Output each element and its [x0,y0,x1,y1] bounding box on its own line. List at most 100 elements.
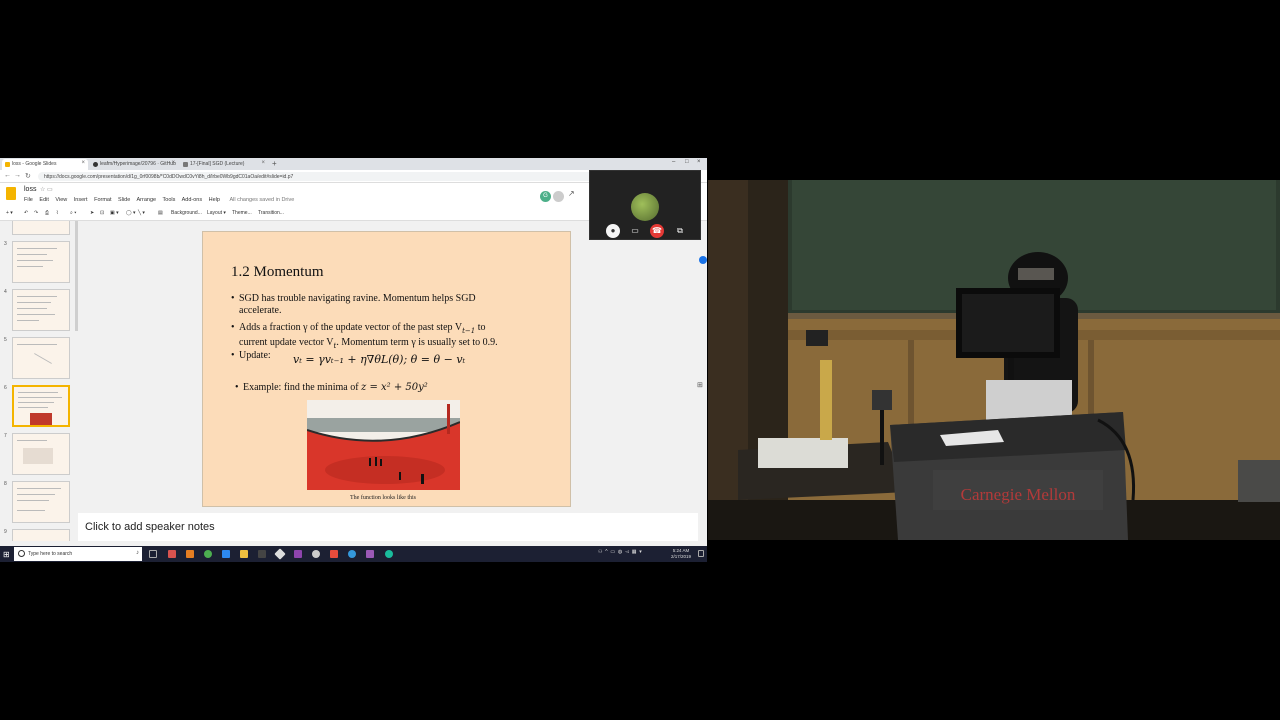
tab-github[interactable]: leafm/Hyperimage/20796 · GitHub × [90,159,178,170]
menu-addons[interactable]: Add-ons [182,197,203,203]
slide-thumbnail-selected[interactable] [12,385,70,427]
bullet-4[interactable]: • Example: find the minima of z = x² + 50… [235,382,428,394]
slide-thumbnail[interactable] [12,337,70,379]
forward-icon[interactable]: → [14,172,21,179]
taskbar-search[interactable]: Type here to search ♪ [14,547,142,561]
filmstrip-scrollbar[interactable] [75,221,78,331]
image-icon[interactable]: ▣ ▾ [110,210,119,216]
image-caption[interactable]: The function looks like this [303,495,463,501]
tab-lecture[interactable]: 17-[Final] SGD (Lecture) × [180,159,268,170]
theme-button[interactable]: Theme... [232,210,252,216]
camera-off-icon[interactable]: ▭ [628,224,642,238]
speaker-notes-placeholder[interactable]: Click to add speaker notes [85,521,215,533]
menu-insert[interactable]: Insert [74,197,88,203]
menu-tools[interactable]: Tools [163,197,176,203]
bullet-3[interactable]: • Update: [231,350,271,362]
menu-arrange[interactable]: Arrange [137,197,157,203]
menu-slide[interactable]: Slide [118,197,130,203]
select-icon[interactable]: ➤ [90,210,94,216]
close-tab-icon[interactable]: × [171,160,175,166]
bullet-2[interactable]: • Adds a fraction γ of the update vector … [231,322,498,352]
app-icon[interactable] [294,550,302,558]
paint-format-icon[interactable]: ⌇ [56,210,58,216]
network-icon[interactable]: ◍ [618,549,622,555]
slide-thumbnail[interactable] [12,221,70,235]
app-icon[interactable] [186,550,194,558]
textbox-icon[interactable]: ⊡ [100,210,104,216]
new-tab-button[interactable]: + [272,159,277,168]
taskbar-clock[interactable]: 5:24 AM 2/17/2019 [671,548,691,560]
tab-google-slides[interactable]: loss - Google Slides × [2,159,88,170]
slide-thumbnail[interactable] [12,289,70,331]
battery-icon[interactable]: ▭ [610,549,615,555]
expand-icon[interactable]: ⊞ [697,381,703,389]
chevron-up-icon[interactable]: ^ [605,549,607,555]
activity-icon[interactable]: ↗ [568,189,575,198]
menu-file[interactable]: File [24,197,33,203]
transition-button[interactable]: Transition... [258,210,284,216]
zoom-icon[interactable]: ⌕ ▾ [70,210,76,216]
layout-button[interactable]: Layout ▾ [207,210,226,216]
skype-icon[interactable] [385,550,393,558]
comment-icon[interactable]: ▤ [158,210,163,216]
volume-icon[interactable]: ◅ [625,549,629,555]
slide-thumbnail[interactable] [12,481,70,523]
star-icon[interactable]: ☆ ▭ [40,186,53,193]
file-explorer-icon[interactable] [240,550,248,558]
menu-view[interactable]: View [55,197,67,203]
terminal-icon[interactable] [258,550,266,558]
slide-title[interactable]: 1.2 Momentum [231,264,324,281]
slide-canvas[interactable]: 1.2 Momentum • SGD has trouble navigating… [202,231,571,507]
document-title[interactable]: loss [24,186,36,193]
minimize-icon[interactable]: – [672,159,675,165]
bullet-1[interactable]: • SGD has trouble navigating ravine. Mome… [231,293,476,317]
keyboard-icon[interactable]: ▦ [632,549,637,555]
save-status[interactable]: All changes saved in Drive [229,197,294,203]
halfpipe-image[interactable] [307,400,460,490]
notifications-icon[interactable] [698,550,704,557]
end-call-icon[interactable]: ☎ [650,224,664,238]
app-icon[interactable] [330,550,338,558]
app-icon[interactable] [274,548,286,560]
explore-icon[interactable] [699,256,707,264]
close-window-icon[interactable]: × [697,159,701,165]
comments-icon[interactable] [553,191,564,202]
slides-logo-icon[interactable] [6,187,16,200]
reload-icon[interactable]: ↻ [25,172,31,180]
popout-icon[interactable]: ⧉ [673,224,687,238]
close-tab-icon[interactable]: × [81,160,85,166]
menu-help[interactable]: Help [209,197,220,203]
app-icon[interactable] [348,550,356,558]
people-icon[interactable]: ⚇ [598,549,602,555]
redo-icon[interactable]: ↷ [34,210,38,216]
line-icon[interactable]: ╲ ▾ [138,210,145,216]
windows-start-icon[interactable]: ⊞ [3,550,10,559]
update-equation[interactable]: vₜ = γvₜ₋₁ + η∇θL(θ); θ = θ − vₜ [293,353,465,366]
undo-icon[interactable]: ↶ [24,210,28,216]
app-icon[interactable] [366,550,374,558]
app-icon[interactable] [222,550,230,558]
slide-thumbnail[interactable] [12,433,70,475]
mic-icon[interactable]: ● [606,224,620,238]
menu-format[interactable]: Format [94,197,111,203]
mic-icon[interactable]: ♪ [136,550,139,556]
app-icon[interactable] [168,550,176,558]
maximize-icon[interactable]: □ [685,159,689,165]
collaborator-avatar[interactable]: G [540,191,551,202]
chrome-icon[interactable] [204,550,212,558]
background-button[interactable]: Background... [171,210,202,216]
slide-thumbnail[interactable] [12,241,70,283]
shape-icon[interactable]: ◯ ▾ [126,210,136,216]
speaker-notes[interactable]: Click to add speaker notes [78,513,698,541]
app-icon[interactable] [312,550,320,558]
url-field[interactable]: https://docs.google.com/presentation/d/1… [38,172,598,181]
windows-taskbar: ⊞ Type here to search ♪ ⚇ ^ ▭ ◍ ◅ ▦ ▾ 5:… [0,546,707,562]
back-icon[interactable]: ← [4,172,11,179]
slide-thumbnail[interactable] [12,529,70,541]
menu-edit[interactable]: Edit [39,197,48,203]
new-slide-icon[interactable]: + ▾ [6,210,13,216]
close-tab-icon[interactable]: × [261,160,265,166]
task-view-icon[interactable] [149,550,157,558]
wifi-icon[interactable]: ▾ [639,549,642,555]
print-icon[interactable]: ⎙ [45,210,49,216]
